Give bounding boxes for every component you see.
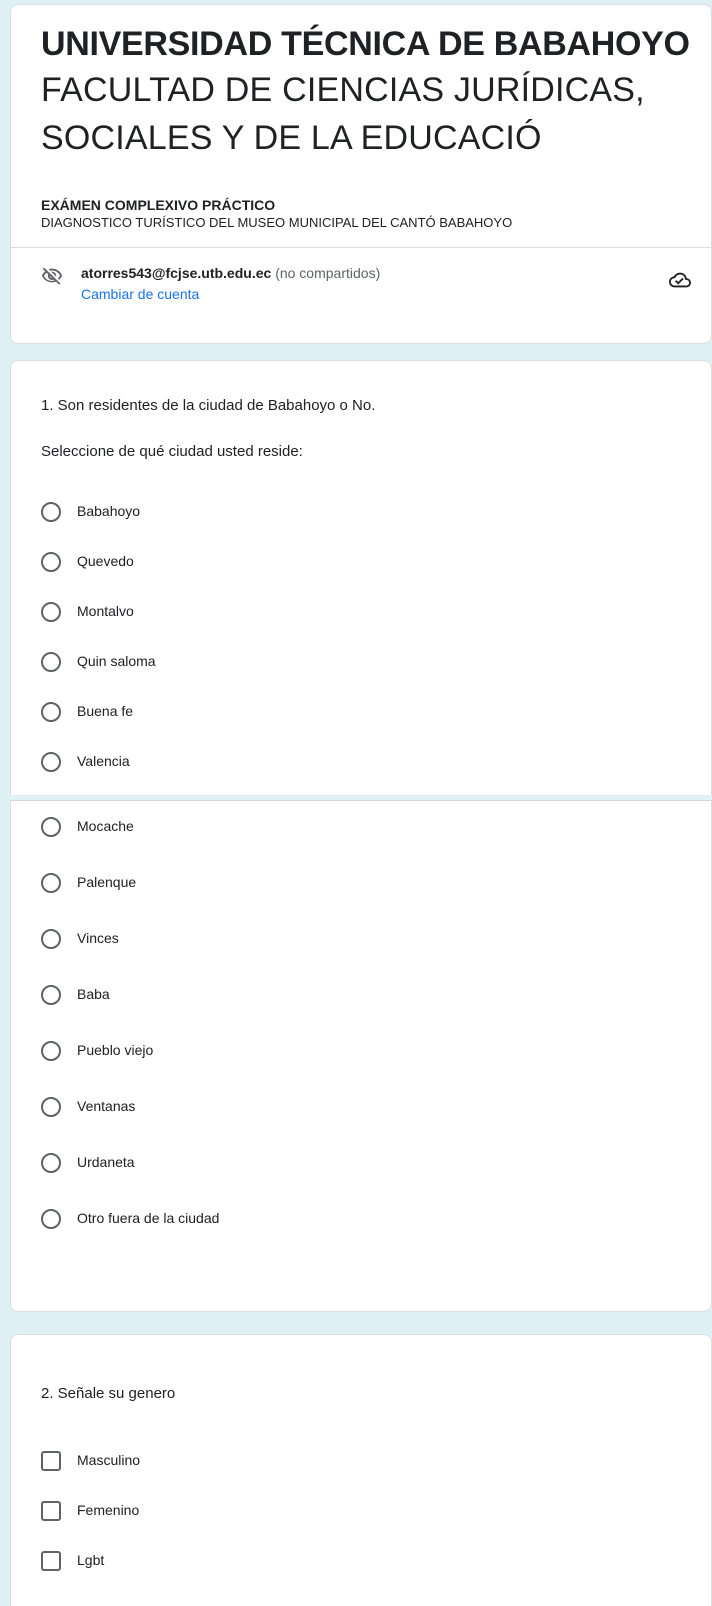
checkbox[interactable] [41,1451,61,1471]
option-label: Vinces [77,930,119,946]
option-label: Baba [77,986,110,1002]
section-heading: EXÁMEN COMPLEXIVO PRÁCTICO [41,197,276,213]
radio-button[interactable] [41,929,61,949]
section-description: DIAGNOSTICO TURÍSTICO DEL MUSEO MUNICIPA… [41,215,513,230]
form-title-faculty-line-2: SOCIALES Y DE LA EDUCACIÓ [41,119,542,157]
option-urdaneta[interactable]: Urdaneta [41,1151,441,1177]
option-label: Palenque [77,874,137,890]
option-pueblo-viejo[interactable]: Pueblo viejo [41,1039,441,1065]
option-label: Lgbt [77,1552,105,1568]
option-babahoyo[interactable]: Babahoyo [41,500,441,526]
radio-button[interactable] [41,652,61,672]
question-1-card-continued: Mocache Palenque Vinces Baba Pueblo viej… [10,800,712,1312]
option-masculino[interactable]: Masculino [41,1449,441,1475]
question-1-card: 1. Son residentes de la ciudad de Babaho… [10,360,712,795]
option-vinces[interactable]: Vinces [41,927,441,953]
radio-button[interactable] [41,702,61,722]
radio-button[interactable] [41,502,61,522]
radio-button[interactable] [41,817,61,837]
option-femenino[interactable]: Femenino [41,1499,441,1525]
option-label: Ventanas [77,1098,136,1114]
option-quin-saloma[interactable]: Quin saloma [41,650,441,676]
option-label: Mocache [77,818,134,834]
question-1-title: 1. Son residentes de la ciudad de Babaho… [41,397,376,414]
account-email: atorres543@fcjse.utb.edu.ec [81,265,272,281]
cloud-done-icon [669,272,691,288]
option-label: Quin saloma [77,653,156,669]
option-label: Montalvo [77,603,134,619]
form-title-faculty-line-1: FACULTAD DE CIENCIAS JURÍDICAS, [41,71,645,109]
radio-button[interactable] [41,1097,61,1117]
account-email-line: atorres543@fcjse.utb.edu.ec (no comparti… [81,265,380,281]
option-palenque[interactable]: Palenque [41,871,441,897]
option-montalvo[interactable]: Montalvo [41,600,441,626]
radio-button[interactable] [41,1209,61,1229]
radio-button[interactable] [41,873,61,893]
radio-button[interactable] [41,1041,61,1061]
radio-button[interactable] [41,602,61,622]
radio-button[interactable] [41,985,61,1005]
option-ventanas[interactable]: Ventanas [41,1095,441,1121]
option-label: Pueblo viejo [77,1042,154,1058]
option-label: Babahoyo [77,503,141,519]
radio-button[interactable] [41,752,61,772]
account-note: (no compartidos) [275,265,381,281]
option-label: Masculino [77,1452,141,1468]
radio-button[interactable] [41,552,61,572]
option-otro-fuera-de-la-ciudad[interactable]: Otro fuera de la ciudad [41,1207,441,1233]
option-buena-fe[interactable]: Buena fe [41,700,441,726]
question-2-title: 2. Señale su genero [41,1385,176,1402]
header-divider [11,247,711,248]
option-mocache[interactable]: Mocache [41,815,441,841]
option-label: Valencia [77,753,130,769]
option-valencia[interactable]: Valencia [41,750,441,776]
option-label: Femenino [77,1502,140,1518]
account-row: atorres543@fcjse.utb.edu.ec (no comparti… [41,261,711,321]
question-2-card: 2. Señale su genero Masculino Femenino L… [10,1334,712,1606]
radio-button[interactable] [41,1153,61,1173]
option-label: Quevedo [77,553,134,569]
question-1-subtitle: Seleccione de qué ciudad usted reside: [41,443,303,460]
option-label: Urdaneta [77,1154,135,1170]
form-header-card: UNIVERSIDAD TÉCNICA DE BABAHOYO FACULTAD… [10,4,712,344]
form-title-university: UNIVERSIDAD TÉCNICA DE BABAHOYO [41,25,690,63]
option-label: Buena fe [77,703,134,719]
option-baba[interactable]: Baba [41,983,441,1009]
option-label: Otro fuera de la ciudad [77,1210,220,1226]
option-quevedo[interactable]: Quevedo [41,550,441,576]
switch-account-link[interactable]: Cambiar de cuenta [81,286,199,302]
checkbox[interactable] [41,1551,61,1571]
eye-off-icon [41,267,63,285]
option-lgbt[interactable]: Lgbt [41,1549,441,1575]
checkbox[interactable] [41,1501,61,1521]
